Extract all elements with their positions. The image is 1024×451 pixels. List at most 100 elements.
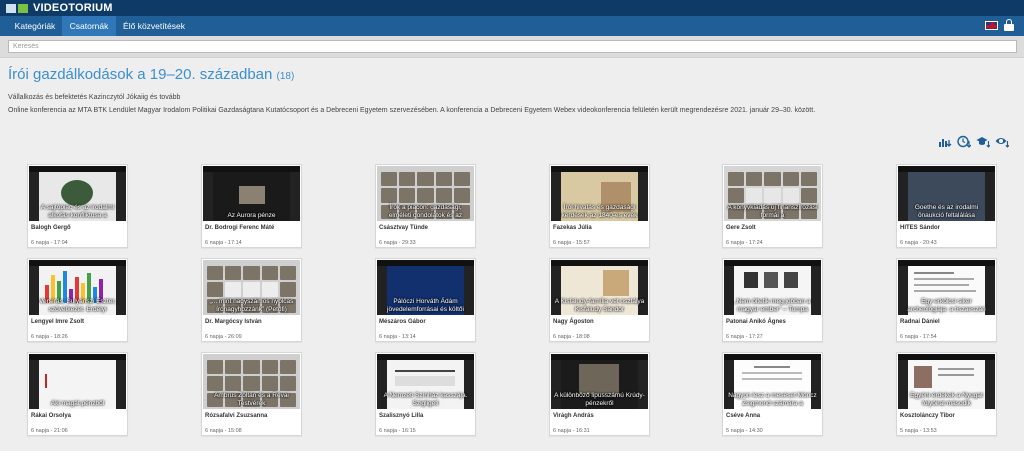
video-author: Mészáros Gábor [379,319,426,325]
search-input[interactable] [8,40,1017,53]
logo-square-green-icon [18,3,28,13]
logo-square-icon [6,3,16,13]
video-meta: 6 napja - 18:08 [553,334,590,340]
main-nav: Kategóriák Csatornák Élő közvetítések [0,16,1024,36]
video-caption: Ambrus Zoltán és a Révai Testvérek [214,392,289,407]
video-caption: Egy erkölcsi siker archeológiája: a tisz… [907,298,986,313]
video-author: Rákai Orsolya [31,413,72,419]
video-meta: 5 napja - 13:53 [900,428,937,434]
video-caption: „Nem öltetik meg jobban a magyar ember” … [734,298,811,313]
video-meta: 6 napja - 15:08 [205,428,242,434]
nav-tab-elo-kozvetitesek[interactable]: Élő közvetítések [118,16,190,36]
eye-icon[interactable] [995,135,1009,148]
video-card[interactable]: Goethe és az irodalmi önaukció feltalálá… [896,164,997,248]
video-card[interactable]: Egyéni érdekek a Nyugat folyóirat másodi… [896,352,997,436]
video-author: Cséve Anna [726,413,761,419]
video-author: Nagy Ágoston [553,319,594,325]
video-card[interactable]: A különböző lipusszámú Krúdy-pénzekről V… [549,352,650,436]
video-author: Balogh Gergő [31,225,71,231]
video-card[interactable]: A Nemzeti Színház kasszája. Szigligeti S… [375,352,476,436]
video-author: Dr. Margócsy István [205,319,262,325]
video-thumbnail[interactable]: A különböző lipusszámú Krúdy-pénzekről [551,354,648,409]
video-author: Virágh András [553,413,594,419]
video-thumbnail[interactable]: Egyéni érdekek a Nyugat folyóirat másodi… [898,354,995,409]
video-card[interactable]: Versírás, Sulyánszi Eszter, szövetkezet.… [27,258,128,342]
video-caption: A különböző lipusszámú Krúdy-pénzekről [554,392,645,407]
video-thumbnail[interactable]: „... mint nagyszámos nyolcas írónagyhozz… [203,260,300,315]
video-author: Szalisznyó Lilla [379,413,424,419]
video-thumbnail[interactable]: Versírás, Sulyánszi Eszter, szövetkezet.… [29,260,126,315]
video-thumbnail[interactable]: „Nem öltetik meg jobban a magyar ember” … [724,260,821,315]
video-meta: 6 napja - 17:04 [31,240,68,246]
video-meta: 6 napja - 17:14 [205,240,242,246]
bar-chart-icon[interactable] [938,135,952,148]
video-caption: Írói hivatás és gazdasági kérdések az 18… [561,204,638,219]
top-header: VIDEOTORIUM [0,0,1024,16]
video-count: (18) [276,71,295,82]
video-author: Gere Zsolt [726,225,756,231]
video-card[interactable]: Ambrus Zoltán és a Révai Testvérek Rózsa… [201,352,302,436]
video-meta: 6 napja - 16:31 [553,428,590,434]
video-card[interactable]: A Kisfaludy-família vet osztálya Kisfalu… [549,258,650,342]
video-card[interactable]: „... mint nagyszámos nyolcas írónagyhozz… [201,258,302,342]
video-author: Dr. Bodrogi Ferenc Máté [205,225,275,231]
video-meta: 6 napja - 17:54 [900,334,937,340]
video-author: Fazekas Júlia [553,225,592,231]
video-card[interactable]: Írók a piacon: gazdasági, elméleti gondo… [375,164,476,248]
video-thumbnail[interactable]: Az Aurora pénze [203,166,300,221]
video-caption: Az Aurora pénze [227,211,276,219]
video-caption: Írók a piacon: gazdasági, elméleti gondo… [388,204,463,219]
video-caption: A könyvkiadás új finanszírozási formái a [727,204,818,219]
video-card[interactable]: A sajtópiac és az irodalmi alkotás konfl… [27,164,128,248]
video-card[interactable]: A könyvkiadás új finanszírozási formái a… [722,164,823,248]
nav-tab-kategoriak[interactable]: Kategóriák [8,16,62,36]
video-caption: A Kisfaludy-família vet osztálya Kisfalu… [554,298,645,313]
video-meta: 6 napja - 18:26 [31,334,68,340]
page-description: Online konferencia az MTA BTK Lendület M… [8,107,816,114]
video-caption: Goethe és az irodalmi önaukció feltalálá… [914,204,979,219]
clock-icon[interactable] [957,135,971,148]
video-card[interactable]: Írói hivatás és gazdasági kérdések az 18… [549,164,650,248]
video-meta: 6 napja - 26:09 [205,334,242,340]
video-card[interactable]: Aki magát pénzből Rákai Orsolya 6 napja … [27,352,128,436]
video-thumbnail[interactable]: Írók a piacon: gazdasági, elméleti gondo… [377,166,474,221]
video-author: Rózsafalvi Zsuzsanna [205,413,268,419]
video-meta: 6 napja - 29:33 [379,240,416,246]
video-thumbnail[interactable]: A sajtópiac és az irodalmi alkotás konfl… [29,166,126,221]
video-thumbnail[interactable]: Goethe és az irodalmi önaukció feltalálá… [898,166,995,221]
video-meta: 6 napja - 17:24 [726,240,763,246]
graduation-cap-icon[interactable] [976,135,990,148]
video-meta: 6 napja - 13:14 [379,334,416,340]
video-thumbnail[interactable]: Aki magát pénzből [29,354,126,409]
video-thumbnail[interactable]: A könyvkiadás új finanszírozási formái a [724,166,821,221]
page-title: Írói gazdálkodások a 19–20. században (1… [8,66,294,83]
video-caption: Egyéni érdekek a Nyugat folyóirat másodi… [910,392,983,407]
video-author: Császtvay Tünde [379,225,429,231]
video-thumbnail[interactable]: A Kisfaludy-família vet osztálya Kisfalu… [551,260,648,315]
video-author: Patonai Anikó Ágnes [726,319,786,325]
video-caption: Nagyon lesz a meséset Móricz Zsigmond sz… [728,392,817,407]
lock-icon[interactable] [1004,19,1014,31]
video-thumbnail[interactable]: A Nemzeti Színház kasszája. Szigligeti [377,354,474,409]
logo[interactable]: VIDEOTORIUM [6,2,113,14]
video-card[interactable]: Egy erkölcsi siker archeológiája: a tisz… [896,258,997,342]
video-caption: A sajtópiac és az irodalmi alkotás konfl… [40,204,115,219]
video-caption: A Nemzeti Színház kasszája. Szigligeti [383,392,468,407]
video-card[interactable]: „Nem öltetik meg jobban a magyar ember” … [722,258,823,342]
nav-tab-csatornak[interactable]: Csatornák [62,16,116,36]
video-thumbnail[interactable]: Egy erkölcsi siker archeológiája: a tisz… [898,260,995,315]
video-author: Kosztolánczy Tibor [900,413,955,419]
video-card[interactable]: Az Aurora pénze Dr. Bodrogi Ferenc Máté … [201,164,302,248]
video-thumbnail[interactable]: Pálóczi Horváth Ádám jövedelemforrásai é… [377,260,474,315]
video-meta: 6 napja - 15:57 [553,240,590,246]
video-caption: Pálóczi Horváth Ádám jövedelemforrásai é… [387,298,464,313]
video-meta: 5 napja - 14:30 [726,428,763,434]
language-flag-icon[interactable] [985,21,998,30]
video-meta: 6 napja - 16:15 [379,428,416,434]
video-card[interactable]: Pálóczi Horváth Ádám jövedelemforrásai é… [375,258,476,342]
video-thumbnail[interactable]: Nagyon lesz a meséset Móricz Zsigmond sz… [724,354,821,409]
video-thumbnail[interactable]: Írói hivatás és gazdasági kérdések az 18… [551,166,648,221]
video-card[interactable]: Nagyon lesz a meséset Móricz Zsigmond sz… [722,352,823,436]
video-thumbnail[interactable]: Ambrus Zoltán és a Révai Testvérek [203,354,300,409]
video-author: Lengyel Imre Zsolt [31,319,85,325]
